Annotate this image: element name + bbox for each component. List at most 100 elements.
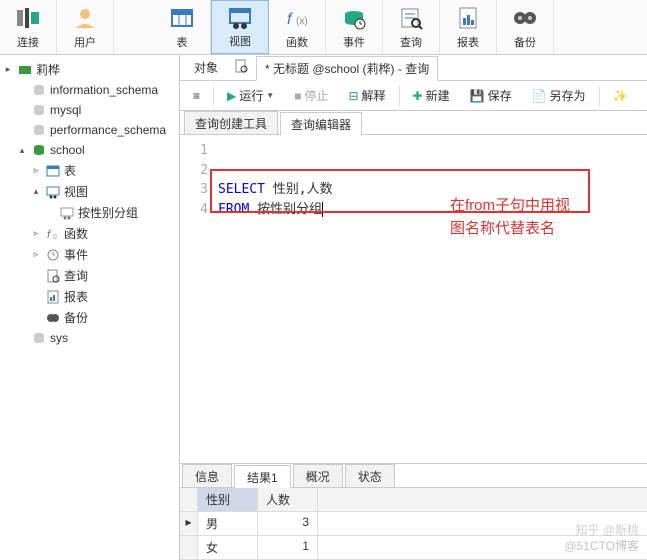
stop-icon: ■ xyxy=(294,89,301,103)
sql-editor[interactable]: 1 2 3SELECT 性别,人数 4FROM 按性别分组 xyxy=(180,135,647,463)
view-icon xyxy=(45,184,61,200)
toolbar-backup[interactable]: 备份 xyxy=(497,0,554,54)
event-icon xyxy=(45,247,61,263)
view-icon xyxy=(226,5,254,31)
grid-row-marker: ▸ xyxy=(180,512,198,535)
grid-row-marker xyxy=(180,536,198,559)
query-icon xyxy=(45,268,61,284)
document-tabs: 对象 * 无标题 @school (莉桦) - 查询 xyxy=(180,55,647,81)
svg-text:0: 0 xyxy=(53,234,57,241)
object-tree: ▸莉桦 information_schema mysql performance… xyxy=(0,55,180,560)
result-tab-status[interactable]: 状态 xyxy=(345,464,395,487)
result-tab-profile[interactable]: 概况 xyxy=(293,464,343,487)
tree-queries[interactable]: 查询 xyxy=(0,265,179,286)
tree-db-school[interactable]: ▴school xyxy=(0,140,179,160)
toolbar-report[interactable]: 报表 xyxy=(440,0,497,54)
tab-builder[interactable]: 查询创建工具 xyxy=(184,111,278,134)
tree-view-item[interactable]: 按性别分组 xyxy=(0,202,179,223)
watermark: @51CTO博客 xyxy=(564,537,639,554)
table-icon xyxy=(45,163,61,179)
backup-icon xyxy=(511,4,539,32)
stop-button: ■停止 xyxy=(287,84,335,107)
grid-column-header[interactable]: 人数 xyxy=(258,488,318,511)
grid-cell[interactable]: 3 xyxy=(258,512,318,535)
menu-button[interactable]: ≡ xyxy=(186,86,207,106)
saveas-icon: 📄 xyxy=(532,89,547,103)
expander-icon[interactable]: ▴ xyxy=(30,186,42,197)
report-icon xyxy=(45,289,61,305)
database-icon xyxy=(31,122,47,138)
tree-reports[interactable]: 报表 xyxy=(0,286,179,307)
toolbar-query[interactable]: 查询 xyxy=(383,0,440,54)
view-icon xyxy=(59,205,75,221)
sql-keyword: SELECT xyxy=(218,182,265,197)
run-button[interactable]: ▶运行▼ xyxy=(220,84,281,107)
save-button[interactable]: 💾保存 xyxy=(463,84,519,107)
tree-views[interactable]: ▴视图 xyxy=(0,181,179,202)
toolbar-connect[interactable]: 连接 xyxy=(0,0,57,54)
editor-mode-tabs: 查询创建工具 查询编辑器 xyxy=(180,111,647,135)
explain-button[interactable]: ⊟解释 xyxy=(341,84,392,107)
svg-text:f: f xyxy=(47,229,51,241)
sql-table-name: 按性别分组 xyxy=(257,202,323,217)
expander-icon[interactable]: ▹ xyxy=(30,249,42,260)
tree-db[interactable]: sys xyxy=(0,328,179,348)
event-icon xyxy=(340,4,368,32)
saveas-button[interactable]: 📄另存为 xyxy=(525,84,593,107)
tree-db[interactable]: performance_schema xyxy=(0,120,179,140)
chevron-down-icon[interactable]: ▼ xyxy=(266,91,274,100)
save-icon: 💾 xyxy=(470,89,485,103)
grid-column-header[interactable]: 性别 xyxy=(198,488,258,511)
new-button[interactable]: ✚新建 xyxy=(406,84,457,107)
query-icon xyxy=(397,4,425,32)
expander-icon[interactable]: ▹ xyxy=(30,165,42,176)
watermark: 知乎 @斯桃 xyxy=(575,521,639,538)
report-icon xyxy=(454,4,482,32)
line-number: 1 xyxy=(188,141,208,161)
tree-db[interactable]: information_schema xyxy=(0,80,179,100)
database-open-icon xyxy=(31,142,47,158)
new-icon: ✚ xyxy=(413,89,423,103)
action-bar: ≡ ▶运行▼ ■停止 ⊟解释 ✚新建 💾保存 📄另存为 ✨ xyxy=(180,81,647,111)
toolbar-table[interactable]: 表 xyxy=(154,0,211,54)
tree-backups[interactable]: 备份 xyxy=(0,307,179,328)
wand-icon: ✨ xyxy=(613,89,628,103)
play-icon: ▶ xyxy=(227,89,236,103)
database-icon xyxy=(31,102,47,118)
connection-icon xyxy=(17,62,33,78)
result-tab-info[interactable]: 信息 xyxy=(182,464,232,487)
grid-cell[interactable]: 女 xyxy=(198,536,258,559)
expander-icon[interactable]: ▴ xyxy=(16,145,28,156)
toolbar-view[interactable]: 视图 xyxy=(211,0,269,54)
svg-text:(x): (x) xyxy=(296,16,308,27)
tree-connection[interactable]: ▸莉桦 xyxy=(0,59,179,80)
database-icon xyxy=(31,330,47,346)
tree-tables[interactable]: ▹表 xyxy=(0,160,179,181)
annotation-text: 在from子句中用视 图名称代替表名 xyxy=(450,195,570,240)
backup-icon xyxy=(45,310,61,326)
tree-db[interactable]: mysql xyxy=(0,100,179,120)
explain-icon: ⊟ xyxy=(348,89,358,103)
link-icon xyxy=(14,4,42,32)
expander-icon[interactable]: ▸ xyxy=(2,64,14,75)
expander-icon[interactable]: ▹ xyxy=(30,228,42,239)
toolbar-user[interactable]: 用户 xyxy=(57,0,114,54)
grid-cell[interactable]: 男 xyxy=(198,512,258,535)
tab-current-query[interactable]: * 无标题 @school (莉桦) - 查询 xyxy=(256,56,438,81)
line-number: 3 xyxy=(188,180,208,200)
tab-object[interactable]: 对象 xyxy=(186,56,226,79)
tab-editor[interactable]: 查询编辑器 xyxy=(280,112,362,135)
grid-cell[interactable]: 1 xyxy=(258,536,318,559)
result-tab-result1[interactable]: 结果1 xyxy=(234,465,291,488)
toolbar-function[interactable]: f(x)函数 xyxy=(269,0,326,54)
user-icon xyxy=(71,4,99,32)
sql-keyword: FROM xyxy=(218,202,249,217)
svg-text:f: f xyxy=(287,11,293,28)
sql-columns: 性别,人数 xyxy=(273,182,333,197)
result-tabs: 信息 结果1 概况 状态 xyxy=(180,464,647,488)
fx-icon: f0 xyxy=(45,226,61,242)
tree-events[interactable]: ▹事件 xyxy=(0,244,179,265)
toolbar-event[interactable]: 事件 xyxy=(326,0,383,54)
beautify-button[interactable]: ✨ xyxy=(606,86,635,106)
tree-functions[interactable]: ▹f0函数 xyxy=(0,223,179,244)
